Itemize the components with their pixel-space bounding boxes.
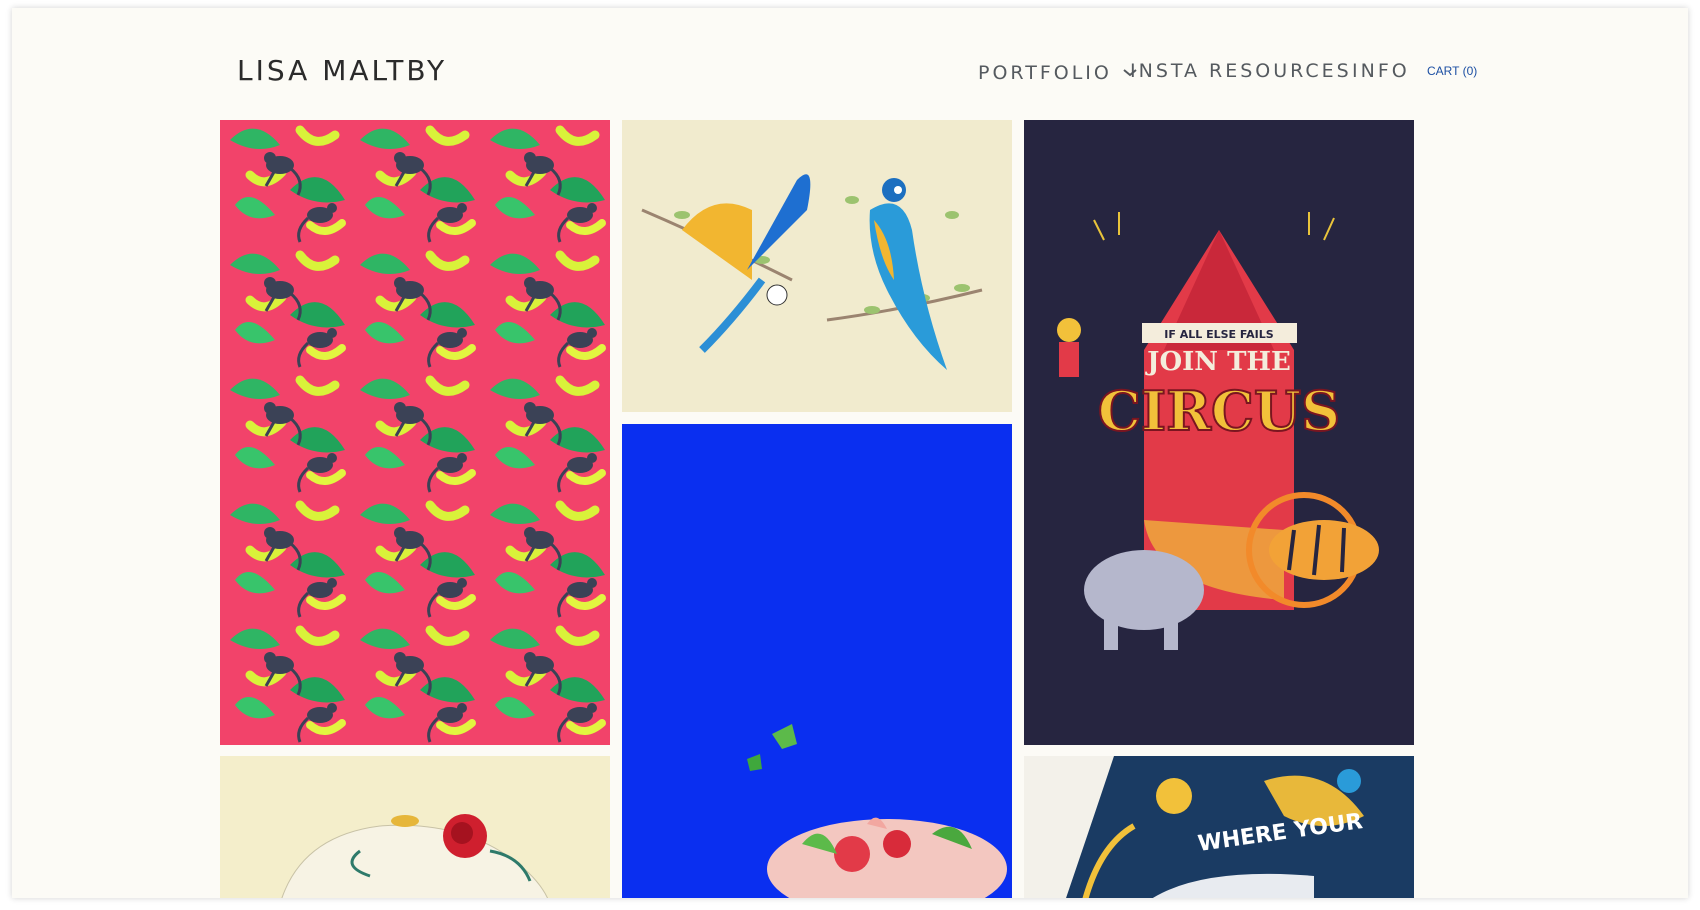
monkeys-bananas-artwork <box>220 120 610 745</box>
circus-banner-text: IF ALL ELSE FAILS <box>1164 328 1273 341</box>
nav-resources[interactable]: RESOURCES <box>1209 60 1352 82</box>
gallery-item-monkeys-bananas[interactable] <box>220 120 610 745</box>
browser-page: LISA MALTBY PORTFOLIO INSTA RESOURCES IN… <box>12 8 1688 898</box>
nav-portfolio[interactable]: PORTFOLIO <box>978 60 1137 84</box>
rose-artwork <box>220 756 610 898</box>
circus-join-the-text: JOIN THE <box>1145 347 1291 377</box>
mural-artwork: WHERE YOUR <box>1024 756 1414 898</box>
nav-cart[interactable]: CART (0) <box>1427 64 1477 78</box>
gallery-item-blue-food[interactable] <box>622 424 1012 898</box>
gallery-item-where-your-mural[interactable]: WHERE YOUR <box>1024 756 1414 898</box>
nav-insta[interactable]: INSTA <box>1130 60 1200 82</box>
blue-food-artwork <box>622 424 1012 898</box>
gallery-item-rose[interactable] <box>220 756 610 898</box>
gallery-item-join-the-circus[interactable]: IF ALL ELSE FAILS JOIN THE CIRCUS <box>1024 120 1414 745</box>
circus-poster-artwork: IF ALL ELSE FAILS JOIN THE CIRCUS <box>1024 120 1414 745</box>
macaw-parrots-artwork <box>622 120 1012 412</box>
site-logo[interactable]: LISA MALTBY <box>237 54 447 87</box>
circus-title-text: CIRCUS <box>1098 379 1340 443</box>
gallery-item-macaw-parrots[interactable] <box>622 120 1012 412</box>
nav-info[interactable]: INFO <box>1352 60 1410 82</box>
nav-portfolio-label: PORTFOLIO <box>978 62 1112 84</box>
